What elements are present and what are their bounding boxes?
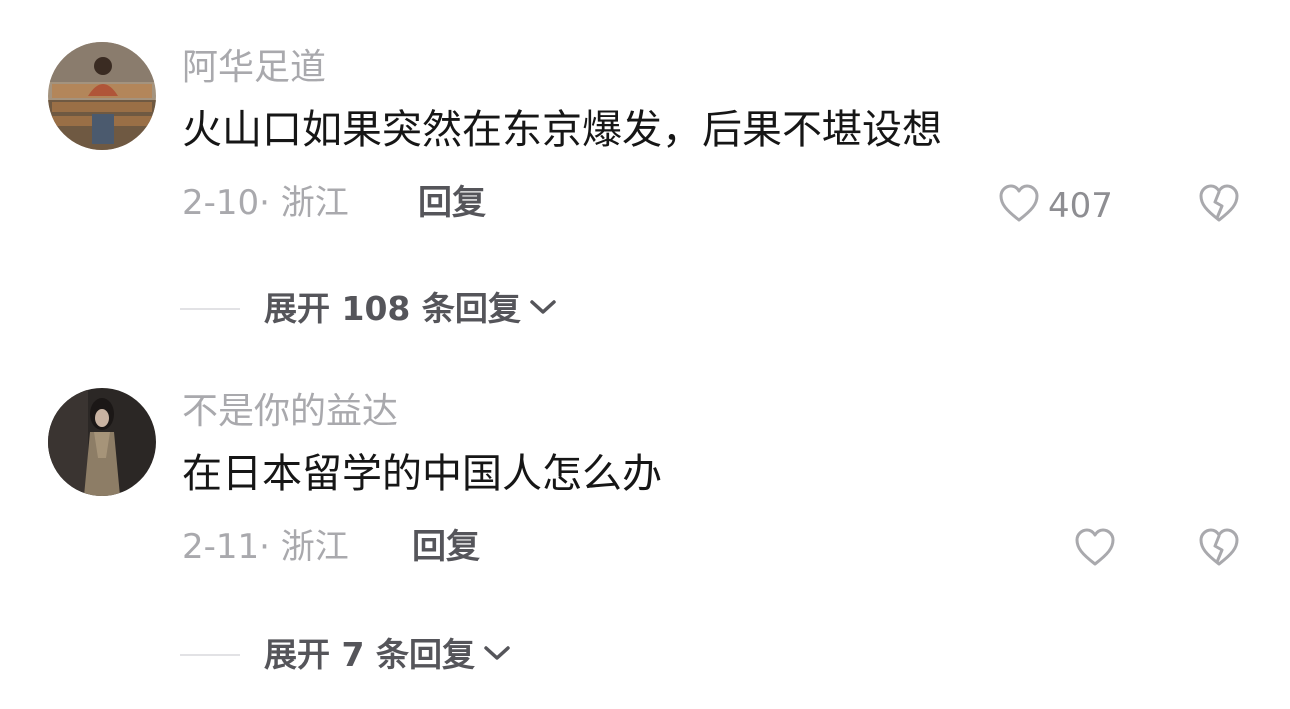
expand-replies-label: 展开 7 条回复 bbox=[264, 635, 475, 674]
dislike-button[interactable] bbox=[1198, 184, 1240, 228]
expand-replies-button[interactable]: 展开 108 条回复 bbox=[180, 292, 557, 325]
reply-button[interactable]: 回复 bbox=[418, 186, 486, 220]
comment-item: 不是你的益达 在日本留学的中国人怎么办 2-11· 浙江 回复 展开 7 条回复 bbox=[0, 350, 1290, 709]
reply-button[interactable]: 回复 bbox=[412, 530, 480, 564]
broken-heart-icon bbox=[1198, 528, 1240, 572]
like-button[interactable]: 407 bbox=[998, 184, 1113, 228]
comment-meta: 2-10· 浙江 bbox=[182, 183, 349, 223]
comment-text: 在日本留学的中国人怎么办 bbox=[182, 451, 662, 497]
heart-outline-icon bbox=[998, 184, 1040, 228]
divider-line bbox=[180, 307, 240, 310]
comment-text: 火山口如果突然在东京爆发，后果不堪设想 bbox=[182, 107, 942, 153]
chevron-down-icon bbox=[483, 643, 511, 667]
broken-heart-icon bbox=[1198, 184, 1240, 228]
avatar[interactable] bbox=[48, 42, 156, 150]
expand-replies-label: 展开 108 条回复 bbox=[264, 289, 521, 328]
heart-outline-icon bbox=[1074, 528, 1116, 572]
username[interactable]: 不是你的益达 bbox=[182, 394, 398, 430]
username[interactable]: 阿华足道 bbox=[182, 50, 326, 86]
dislike-button[interactable] bbox=[1198, 528, 1240, 572]
comment-meta: 2-11· 浙江 bbox=[182, 527, 349, 567]
expand-replies-button[interactable]: 展开 7 条回复 bbox=[180, 638, 511, 671]
divider-line bbox=[180, 653, 240, 656]
like-count: 407 bbox=[1048, 186, 1113, 226]
chevron-down-icon bbox=[529, 297, 557, 321]
comment-item: 阿华足道 火山口如果突然在东京爆发，后果不堪设想 2-10· 浙江 回复 407… bbox=[0, 0, 1290, 350]
avatar[interactable] bbox=[48, 388, 156, 496]
like-button[interactable] bbox=[1074, 528, 1124, 572]
